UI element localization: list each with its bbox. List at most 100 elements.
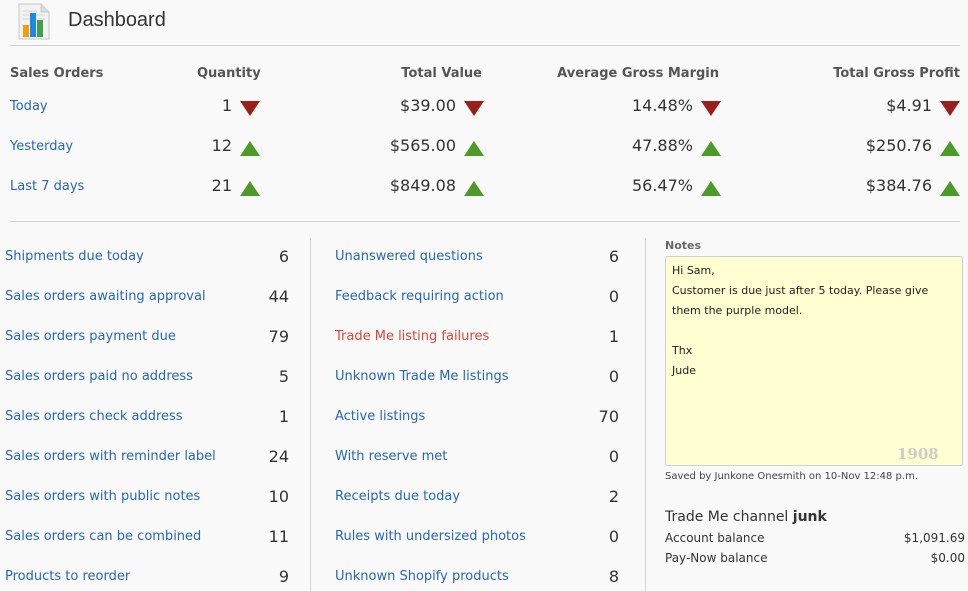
list-item-link[interactable]: Sales orders check address bbox=[5, 409, 183, 424]
summary-row: Yesterday 12 $565.00 47.88% $250.76 bbox=[10, 136, 960, 160]
gross-profit-value: $250.76 bbox=[865, 136, 932, 155]
quantity-value: 1 bbox=[221, 96, 232, 115]
account-balance-label: Account balance bbox=[665, 531, 765, 545]
notes-textarea[interactable] bbox=[665, 256, 963, 466]
list-item-link[interactable]: Unknown Trade Me listings bbox=[335, 369, 509, 384]
account-balance-value: $1,091.69 bbox=[903, 531, 965, 545]
trend-up-icon bbox=[940, 181, 960, 196]
list-item-link[interactable]: Unknown Shopify products bbox=[335, 569, 509, 584]
trend-up-icon bbox=[940, 141, 960, 156]
trend-down-icon bbox=[940, 101, 960, 116]
channel-name: junk bbox=[792, 509, 827, 525]
summary-period-link[interactable]: Last 7 days bbox=[10, 179, 84, 194]
trend-up-icon bbox=[240, 141, 260, 156]
list-item: Receipts due today 2 bbox=[335, 480, 619, 506]
list-item-link[interactable]: Active listings bbox=[335, 409, 425, 424]
total-value-value: $565.00 bbox=[389, 136, 456, 155]
list-item-link[interactable]: Sales orders with reminder label bbox=[5, 449, 216, 464]
list-item: Unknown Shopify products 8 bbox=[335, 560, 619, 586]
list-item-count: 0 bbox=[608, 527, 619, 546]
list-item-link[interactable]: Receipts due today bbox=[335, 489, 460, 504]
summary-header-row: Sales Orders Quantity Total Value Averag… bbox=[10, 60, 960, 84]
trend-down-icon bbox=[464, 101, 484, 116]
channel-title: Trade Me channel junk bbox=[665, 509, 827, 525]
summary-row: Last 7 days 21 $849.08 56.47% $384.76 bbox=[10, 176, 960, 200]
list-item: Products to reorder 9 bbox=[5, 560, 289, 586]
total-value-value: $39.00 bbox=[400, 96, 456, 115]
list-item-count: 10 bbox=[268, 487, 289, 506]
list-item-link[interactable]: Shipments due today bbox=[5, 249, 144, 264]
list-item-count: 1 bbox=[278, 407, 289, 426]
notes-char-count: 1908 bbox=[897, 445, 939, 463]
summary-period-link[interactable]: Today bbox=[10, 99, 48, 114]
list-item-count: 44 bbox=[268, 287, 289, 306]
list-item: Unanswered questions 6 bbox=[335, 240, 619, 266]
section-divider bbox=[10, 221, 960, 222]
page-title: Dashboard bbox=[68, 9, 166, 31]
paynow-balance-label: Pay-Now balance bbox=[665, 551, 768, 565]
list-item-link[interactable]: Trade Me listing failures bbox=[335, 329, 489, 344]
list-item: Sales orders paid no address 5 bbox=[5, 360, 289, 386]
trend-up-icon bbox=[701, 141, 721, 156]
list-item-link[interactable]: Feedback requiring action bbox=[335, 289, 504, 304]
list-item: Feedback requiring action 0 bbox=[335, 280, 619, 306]
column-separator bbox=[645, 238, 646, 591]
avg-gross-margin-value: 56.47% bbox=[631, 176, 693, 195]
paynow-balance-row: Pay-Now balance $0.00 bbox=[665, 551, 965, 565]
list-item: Sales orders can be combined 11 bbox=[5, 520, 289, 546]
list-item: Unknown Trade Me listings 0 bbox=[335, 360, 619, 386]
list-item: With reserve met 0 bbox=[335, 440, 619, 466]
list-item: Sales orders awaiting approval 44 bbox=[5, 280, 289, 306]
list-item-count: 6 bbox=[278, 247, 289, 266]
header-total-gross-profit: Total Gross Profit bbox=[833, 66, 960, 81]
list-item-count: 0 bbox=[608, 367, 619, 386]
total-value-value: $849.08 bbox=[389, 176, 456, 195]
channel-prefix: Trade Me channel bbox=[665, 509, 789, 525]
summary-period-link[interactable]: Yesterday bbox=[10, 139, 73, 154]
quantity-value: 12 bbox=[211, 136, 232, 155]
header: Dashboard bbox=[0, 0, 968, 44]
list-item-count: 70 bbox=[598, 407, 619, 426]
list-item-count: 2 bbox=[608, 487, 619, 506]
list-item-link[interactable]: Sales orders paid no address bbox=[5, 369, 193, 384]
trend-down-icon bbox=[240, 101, 260, 116]
list-item-count: 6 bbox=[608, 247, 619, 266]
paynow-balance-value: $0.00 bbox=[930, 551, 965, 565]
list-item-link[interactable]: Products to reorder bbox=[5, 569, 130, 584]
header-sales-orders: Sales Orders bbox=[10, 66, 104, 81]
list-item-count: 5 bbox=[278, 367, 289, 386]
trend-up-icon bbox=[701, 181, 721, 196]
list-item-count: 11 bbox=[268, 527, 289, 546]
quantity-value: 21 bbox=[211, 176, 232, 195]
list-item-link[interactable]: Sales orders with public notes bbox=[5, 489, 200, 504]
list-item-count: 24 bbox=[268, 447, 289, 466]
header-quantity: Quantity bbox=[197, 66, 261, 81]
list-item-link[interactable]: Unanswered questions bbox=[335, 249, 483, 264]
trend-up-icon bbox=[240, 181, 260, 196]
gross-profit-value: $4.91 bbox=[886, 96, 932, 115]
list-item-link[interactable]: Sales orders can be combined bbox=[5, 529, 201, 544]
list-item-link[interactable]: Sales orders awaiting approval bbox=[5, 289, 206, 304]
list-item: Sales orders with reminder label 24 bbox=[5, 440, 289, 466]
list-item: Sales orders with public notes 10 bbox=[5, 480, 289, 506]
list-item-link[interactable]: With reserve met bbox=[335, 449, 447, 464]
list-item-link[interactable]: Rules with undersized photos bbox=[335, 529, 526, 544]
list-item: Trade Me listing failures 1 bbox=[335, 320, 619, 346]
list-item: Sales orders check address 1 bbox=[5, 400, 289, 426]
bar-chart-document-icon bbox=[18, 3, 50, 40]
list-item: Sales orders payment due 79 bbox=[5, 320, 289, 346]
header-divider bbox=[10, 45, 960, 46]
trend-up-icon bbox=[464, 181, 484, 196]
list-item-count: 0 bbox=[608, 287, 619, 306]
list-item-count: 1 bbox=[608, 327, 619, 346]
notes-label: Notes bbox=[665, 239, 702, 252]
avg-gross-margin-value: 47.88% bbox=[631, 136, 693, 155]
gross-profit-value: $384.76 bbox=[865, 176, 932, 195]
list-item-count: 8 bbox=[608, 567, 619, 586]
trend-up-icon bbox=[464, 141, 484, 156]
list-item-link[interactable]: Sales orders payment due bbox=[5, 329, 176, 344]
list-item: Rules with undersized photos 0 bbox=[335, 520, 619, 546]
list-item: Shipments due today 6 bbox=[5, 240, 289, 266]
avg-gross-margin-value: 14.48% bbox=[631, 96, 693, 115]
trend-down-icon bbox=[701, 101, 721, 116]
